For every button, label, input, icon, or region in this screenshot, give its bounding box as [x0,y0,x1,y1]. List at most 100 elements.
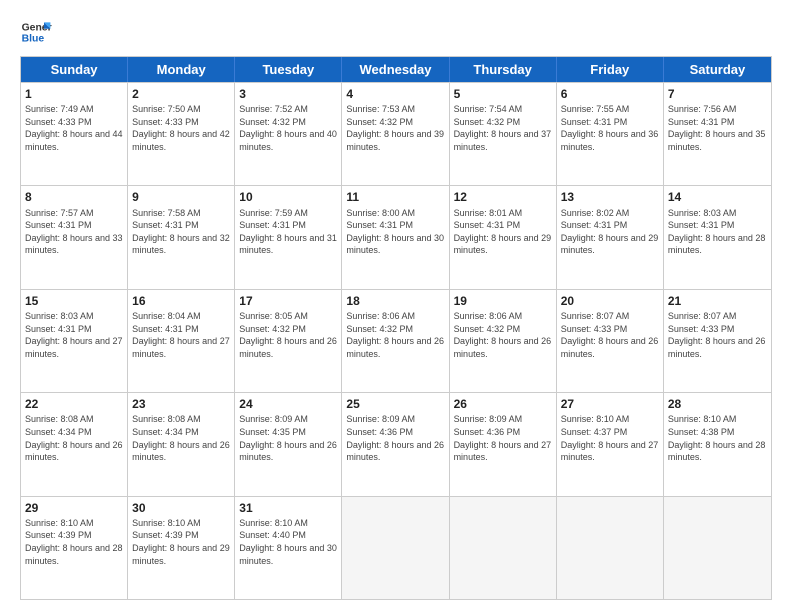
day-cell-27: 27Sunrise: 8:10 AM Sunset: 4:37 PM Dayli… [557,393,664,495]
day-number: 31 [239,500,337,516]
day-number: 28 [668,396,767,412]
day-cell-31: 31Sunrise: 8:10 AM Sunset: 4:40 PM Dayli… [235,497,342,599]
day-cell-7: 7Sunrise: 7:56 AM Sunset: 4:31 PM Daylig… [664,83,771,185]
day-number: 20 [561,293,659,309]
day-cell-4: 4Sunrise: 7:53 AM Sunset: 4:32 PM Daylig… [342,83,449,185]
day-number: 1 [25,86,123,102]
header-day-wednesday: Wednesday [342,57,449,82]
cell-info: Sunrise: 7:54 AM Sunset: 4:32 PM Dayligh… [454,103,552,153]
day-cell-9: 9 Sunrise: 7:58 AM Sunset: 4:31 PM Daylig… [128,186,235,288]
cell-info: Sunrise: 7:57 AM Sunset: 4:31 PM Dayligh… [25,207,123,257]
cell-info: Sunrise: 8:10 AM Sunset: 4:40 PM Dayligh… [239,517,337,567]
day-number: 25 [346,396,444,412]
day-number: 29 [25,500,123,516]
day-cell-30: 30Sunrise: 8:10 AM Sunset: 4:39 PM Dayli… [128,497,235,599]
day-cell-24: 24Sunrise: 8:09 AM Sunset: 4:35 PM Dayli… [235,393,342,495]
cell-info: Sunrise: 8:09 AM Sunset: 4:36 PM Dayligh… [346,413,444,463]
cell-info: Sunrise: 8:08 AM Sunset: 4:34 PM Dayligh… [25,413,123,463]
day-number: 9 [132,189,230,205]
day-cell-21: 21Sunrise: 8:07 AM Sunset: 4:33 PM Dayli… [664,290,771,392]
cell-info: Sunrise: 8:09 AM Sunset: 4:35 PM Dayligh… [239,413,337,463]
day-number: 24 [239,396,337,412]
day-cell-8: 8 Sunrise: 7:57 AM Sunset: 4:31 PM Daylig… [21,186,128,288]
day-number: 8 [25,189,123,205]
week-row-5: 29Sunrise: 8:10 AM Sunset: 4:39 PM Dayli… [21,496,771,599]
week-row-4: 22Sunrise: 8:08 AM Sunset: 4:34 PM Dayli… [21,392,771,495]
day-number: 11 [346,189,444,205]
day-cell-25: 25Sunrise: 8:09 AM Sunset: 4:36 PM Dayli… [342,393,449,495]
day-number: 4 [346,86,444,102]
day-cell-16: 16Sunrise: 8:04 AM Sunset: 4:31 PM Dayli… [128,290,235,392]
header-day-saturday: Saturday [664,57,771,82]
day-cell-2: 2Sunrise: 7:50 AM Sunset: 4:33 PM Daylig… [128,83,235,185]
day-cell-3: 3Sunrise: 7:52 AM Sunset: 4:32 PM Daylig… [235,83,342,185]
week-row-3: 15Sunrise: 8:03 AM Sunset: 4:31 PM Dayli… [21,289,771,392]
cell-info: Sunrise: 7:58 AM Sunset: 4:31 PM Dayligh… [132,207,230,257]
cell-info: Sunrise: 8:03 AM Sunset: 4:31 PM Dayligh… [25,310,123,360]
day-cell-22: 22Sunrise: 8:08 AM Sunset: 4:34 PM Dayli… [21,393,128,495]
svg-text:Blue: Blue [22,34,45,45]
cell-info: Sunrise: 7:59 AM Sunset: 4:31 PM Dayligh… [239,207,337,257]
cell-info: Sunrise: 8:03 AM Sunset: 4:31 PM Dayligh… [668,207,767,257]
week-row-1: 1Sunrise: 7:49 AM Sunset: 4:33 PM Daylig… [21,82,771,185]
cell-info: Sunrise: 8:07 AM Sunset: 4:33 PM Dayligh… [668,310,767,360]
header-day-monday: Monday [128,57,235,82]
day-cell-14: 14Sunrise: 8:03 AM Sunset: 4:31 PM Dayli… [664,186,771,288]
header: General Blue [20,16,772,48]
cell-info: Sunrise: 8:10 AM Sunset: 4:39 PM Dayligh… [25,517,123,567]
cell-info: Sunrise: 8:10 AM Sunset: 4:38 PM Dayligh… [668,413,767,463]
calendar-header: SundayMondayTuesdayWednesdayThursdayFrid… [21,57,771,82]
day-number: 30 [132,500,230,516]
day-number: 26 [454,396,552,412]
day-number: 15 [25,293,123,309]
day-number: 27 [561,396,659,412]
day-number: 22 [25,396,123,412]
cell-info: Sunrise: 7:55 AM Sunset: 4:31 PM Dayligh… [561,103,659,153]
logo-icon: General Blue [20,16,52,48]
empty-cell [664,497,771,599]
day-number: 13 [561,189,659,205]
day-cell-13: 13 Sunrise: 8:02 AM Sunset: 4:31 PM Dayli… [557,186,664,288]
calendar-body: 1Sunrise: 7:49 AM Sunset: 4:33 PM Daylig… [21,82,771,599]
day-number: 6 [561,86,659,102]
calendar: SundayMondayTuesdayWednesdayThursdayFrid… [20,56,772,600]
day-cell-6: 6Sunrise: 7:55 AM Sunset: 4:31 PM Daylig… [557,83,664,185]
cell-info: Sunrise: 7:50 AM Sunset: 4:33 PM Dayligh… [132,103,230,153]
calendar-page: General Blue SundayMondayTuesdayWednesda… [0,0,792,612]
day-cell-12: 12Sunrise: 8:01 AM Sunset: 4:31 PM Dayli… [450,186,557,288]
empty-cell [450,497,557,599]
week-row-2: 8 Sunrise: 7:57 AM Sunset: 4:31 PM Daylig… [21,185,771,288]
header-day-thursday: Thursday [450,57,557,82]
day-number: 19 [454,293,552,309]
day-number: 7 [668,86,767,102]
cell-info: Sunrise: 8:09 AM Sunset: 4:36 PM Dayligh… [454,413,552,463]
day-number: 17 [239,293,337,309]
day-number: 10 [239,189,337,205]
cell-info: Sunrise: 7:56 AM Sunset: 4:31 PM Dayligh… [668,103,767,153]
day-cell-11: 11Sunrise: 8:00 AM Sunset: 4:31 PM Dayli… [342,186,449,288]
day-cell-15: 15Sunrise: 8:03 AM Sunset: 4:31 PM Dayli… [21,290,128,392]
cell-info: Sunrise: 8:02 AM Sunset: 4:31 PM Dayligh… [561,207,659,257]
day-cell-5: 5Sunrise: 7:54 AM Sunset: 4:32 PM Daylig… [450,83,557,185]
cell-info: Sunrise: 8:10 AM Sunset: 4:39 PM Dayligh… [132,517,230,567]
day-number: 3 [239,86,337,102]
cell-info: Sunrise: 8:04 AM Sunset: 4:31 PM Dayligh… [132,310,230,360]
cell-info: Sunrise: 8:05 AM Sunset: 4:32 PM Dayligh… [239,310,337,360]
cell-info: Sunrise: 7:53 AM Sunset: 4:32 PM Dayligh… [346,103,444,153]
empty-cell [342,497,449,599]
header-day-tuesday: Tuesday [235,57,342,82]
day-cell-1: 1Sunrise: 7:49 AM Sunset: 4:33 PM Daylig… [21,83,128,185]
day-number: 2 [132,86,230,102]
day-cell-29: 29Sunrise: 8:10 AM Sunset: 4:39 PM Dayli… [21,497,128,599]
cell-info: Sunrise: 8:07 AM Sunset: 4:33 PM Dayligh… [561,310,659,360]
day-cell-28: 28Sunrise: 8:10 AM Sunset: 4:38 PM Dayli… [664,393,771,495]
cell-info: Sunrise: 7:52 AM Sunset: 4:32 PM Dayligh… [239,103,337,153]
day-cell-20: 20Sunrise: 8:07 AM Sunset: 4:33 PM Dayli… [557,290,664,392]
day-number: 5 [454,86,552,102]
day-cell-19: 19Sunrise: 8:06 AM Sunset: 4:32 PM Dayli… [450,290,557,392]
day-cell-26: 26Sunrise: 8:09 AM Sunset: 4:36 PM Dayli… [450,393,557,495]
day-number: 12 [454,189,552,205]
day-cell-18: 18Sunrise: 8:06 AM Sunset: 4:32 PM Dayli… [342,290,449,392]
day-cell-23: 23Sunrise: 8:08 AM Sunset: 4:34 PM Dayli… [128,393,235,495]
header-day-sunday: Sunday [21,57,128,82]
